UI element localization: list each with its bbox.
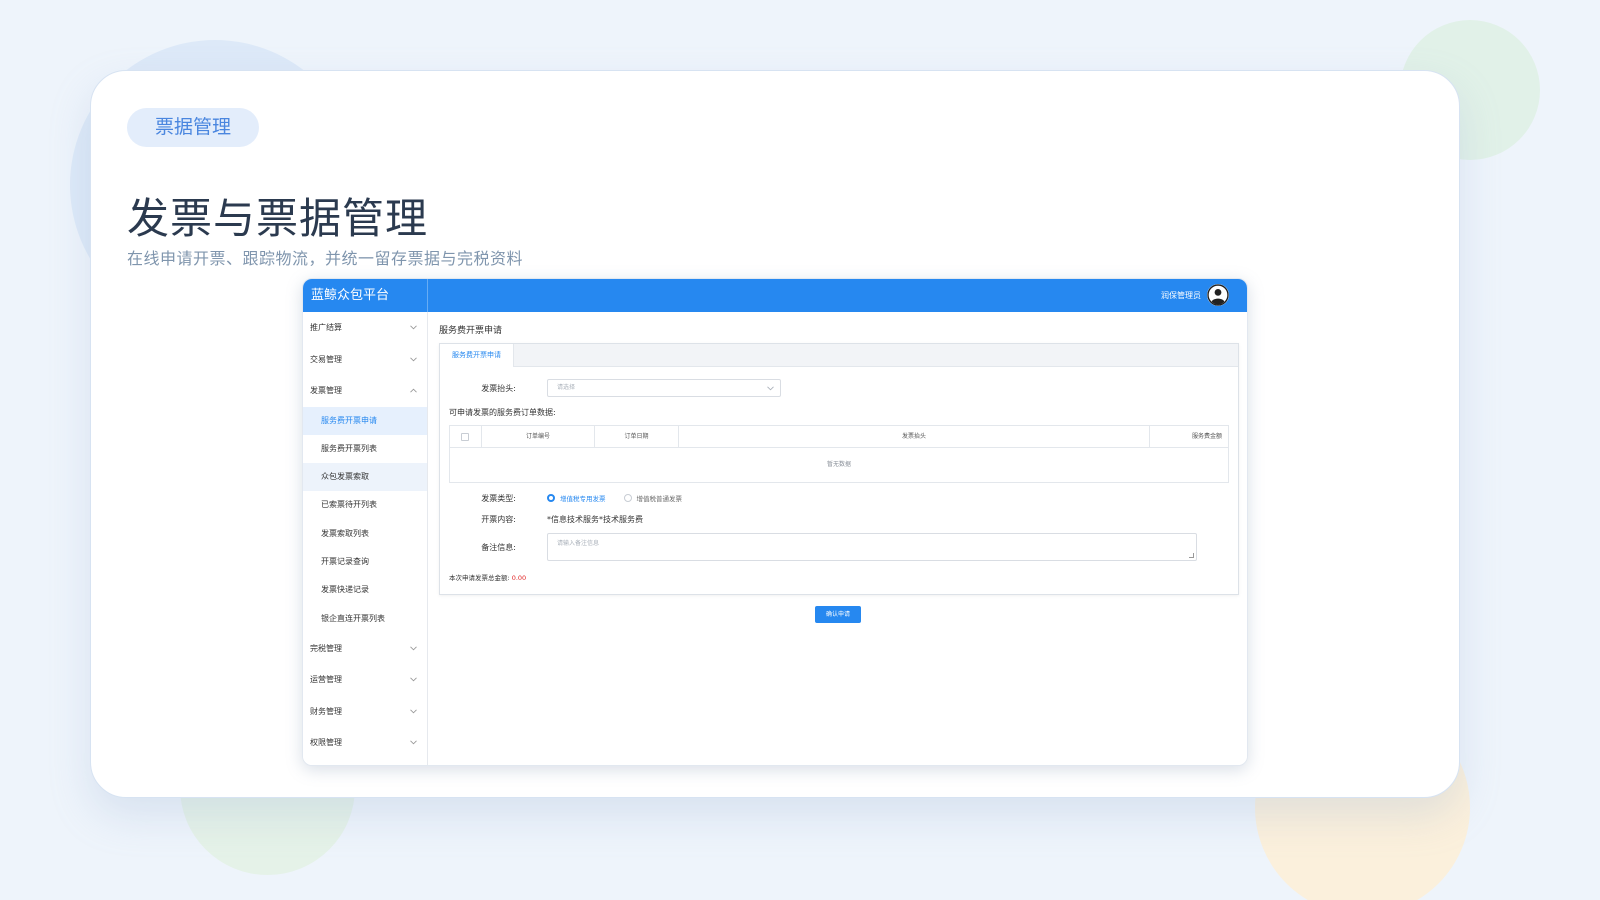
chevron-down-icon [409, 696, 417, 727]
sidebar-group-label: 权限管理 [310, 738, 342, 748]
sidebar-group-trade[interactable]: 交易管理 [303, 344, 427, 376]
invoice-header-label: 发票抬头: [481, 384, 516, 393]
sidebar-item-service-fee-invoice-list[interactable]: 服务费开票列表 [303, 435, 427, 463]
sidebar-group-tax[interactable]: 完税管理 [303, 633, 427, 665]
column-service-fee-amount[interactable]: 服务费金额 [1150, 426, 1228, 448]
total-amount-row: 本次申请发票总金额: 0.00 [449, 572, 526, 582]
slide-card: 票据管理 发票与票据管理 在线申请开票、跟踪物流，并统一留存票据与完税资料 蓝鲸… [90, 70, 1460, 798]
chevron-down-icon [767, 380, 774, 396]
order-data-section-title: 可申请发票的服务费订单数据: [449, 408, 556, 417]
radio-unchecked-icon [623, 494, 632, 502]
sidebar-group-invoice[interactable]: 发票管理 [303, 375, 427, 407]
column-order-date[interactable]: 订单日期 [595, 426, 679, 448]
resize-grip-icon[interactable] [1189, 553, 1194, 558]
sidebar-group-label: 运营管理 [310, 675, 342, 685]
sidebar-item-invoice-express-record[interactable]: 发票快递记录 [303, 576, 427, 604]
form-panel: 服务费开票申请 发票抬头: 请选择 可申请发票的服务费订单数据: 订单编号 订单… [439, 343, 1239, 595]
table-empty-text: 暂无数据 [826, 461, 851, 468]
tab-bar: 服务费开票申请 [440, 344, 1238, 367]
tab-service-fee-invoice-apply[interactable]: 服务费开票申请 [440, 344, 514, 367]
sidebar-item-bank-direct-invoice-list[interactable]: 银企直连开票列表 [303, 605, 427, 633]
chevron-down-icon [409, 633, 417, 664]
remark-textarea[interactable]: 请输入备注信息 [547, 533, 1197, 561]
chevron-down-icon [409, 664, 417, 695]
sidebar-group-label: 推广结算 [310, 323, 342, 332]
app-window: 蓝鲸众包平台 润保管理员 推广结算 交易管理 发票管理 服务费开票申请 服务费开… [302, 278, 1248, 766]
invoice-content-label: 开票内容: [481, 515, 516, 524]
sidebar-item-pending-invoice-list[interactable]: 已索票待开列表 [303, 491, 427, 519]
top-bar: 蓝鲸众包平台 润保管理员 [303, 279, 1247, 312]
column-order-number[interactable]: 订单编号 [482, 426, 595, 448]
remark-label: 备注信息: [481, 543, 516, 552]
invoice-content-value: *信息技术服务*技术服务费 [547, 515, 643, 524]
order-table: 订单编号 订单日期 发票抬头 服务费金额 暂无数据 [449, 425, 1229, 483]
remark-placeholder: 请输入备注信息 [557, 540, 600, 547]
user-name[interactable]: 润保管理员 [1161, 279, 1201, 312]
select-all-checkbox[interactable] [461, 433, 469, 441]
invoice-type-radio-group: 增值税专用发票 增值税普通发票 [547, 492, 700, 504]
table-header: 订单编号 订单日期 发票抬头 服务费金额 [450, 426, 1228, 448]
slide-subtitle: 在线申请开票、跟踪物流，并统一留存票据与完税资料 [127, 249, 524, 268]
chevron-down-icon [409, 312, 417, 343]
slide-title: 发票与票据管理 [127, 194, 429, 243]
radio-label: 增值税专用发票 [560, 495, 606, 503]
sidebar-group-label: 财务管理 [310, 706, 342, 716]
sidebar-group-permissions[interactable]: 权限管理 [303, 727, 427, 759]
sidebar-item-service-fee-invoice-apply[interactable]: 服务费开票申请 [303, 406, 427, 435]
invoice-header-select[interactable]: 请选择 [547, 379, 781, 397]
sidebar-group-promotion[interactable]: 推广结算 [303, 312, 427, 344]
page-title: 服务费开票申请 [439, 326, 503, 336]
select-all-cell [450, 426, 482, 448]
sidebar-group-operations[interactable]: 运营管理 [303, 664, 427, 696]
sidebar-group-label: 交易管理 [310, 354, 342, 364]
radio-label: 增值税普通发票 [636, 495, 683, 503]
sidebar-group-finance[interactable]: 财务管理 [303, 696, 427, 728]
total-amount-label: 本次申请发票总金额: [449, 574, 510, 582]
chevron-down-icon [409, 344, 417, 375]
brand-logo[interactable]: 蓝鲸众包平台 [303, 279, 428, 312]
total-amount-value: 0.00 [511, 574, 527, 582]
sidebar: 推广结算 交易管理 发票管理 服务费开票申请 服务费开票列表 众包发票索取 已索… [303, 312, 428, 765]
column-invoice-header[interactable]: 发票抬头 [679, 426, 1150, 448]
sidebar-item-invoice-request-list[interactable]: 发票索取列表 [303, 520, 427, 548]
chevron-up-icon [409, 375, 417, 406]
radio-vat-special[interactable]: 增值税专用发票 [547, 493, 606, 503]
sidebar-item-invoice-record-query[interactable]: 开票记录查询 [303, 548, 427, 576]
invoice-header-placeholder: 请选择 [557, 384, 576, 391]
confirm-apply-button[interactable]: 确认申请 [815, 606, 861, 623]
section-tag: 票据管理 [127, 108, 259, 147]
sidebar-group-label: 完税管理 [310, 643, 342, 653]
invoice-type-label: 发票类型: [481, 494, 516, 503]
main-content: 服务费开票申请 服务费开票申请 发票抬头: 请选择 可申请发票的服务费订单数据: [429, 312, 1247, 765]
user-avatar-icon[interactable] [1207, 284, 1229, 306]
sidebar-group-label: 发票管理 [310, 386, 342, 395]
chevron-down-icon [409, 727, 417, 758]
radio-vat-normal[interactable]: 增值税普通发票 [623, 493, 683, 503]
sidebar-item-crowdsource-invoice-request[interactable]: 众包发票索取 [303, 463, 427, 492]
radio-checked-icon [547, 494, 555, 502]
